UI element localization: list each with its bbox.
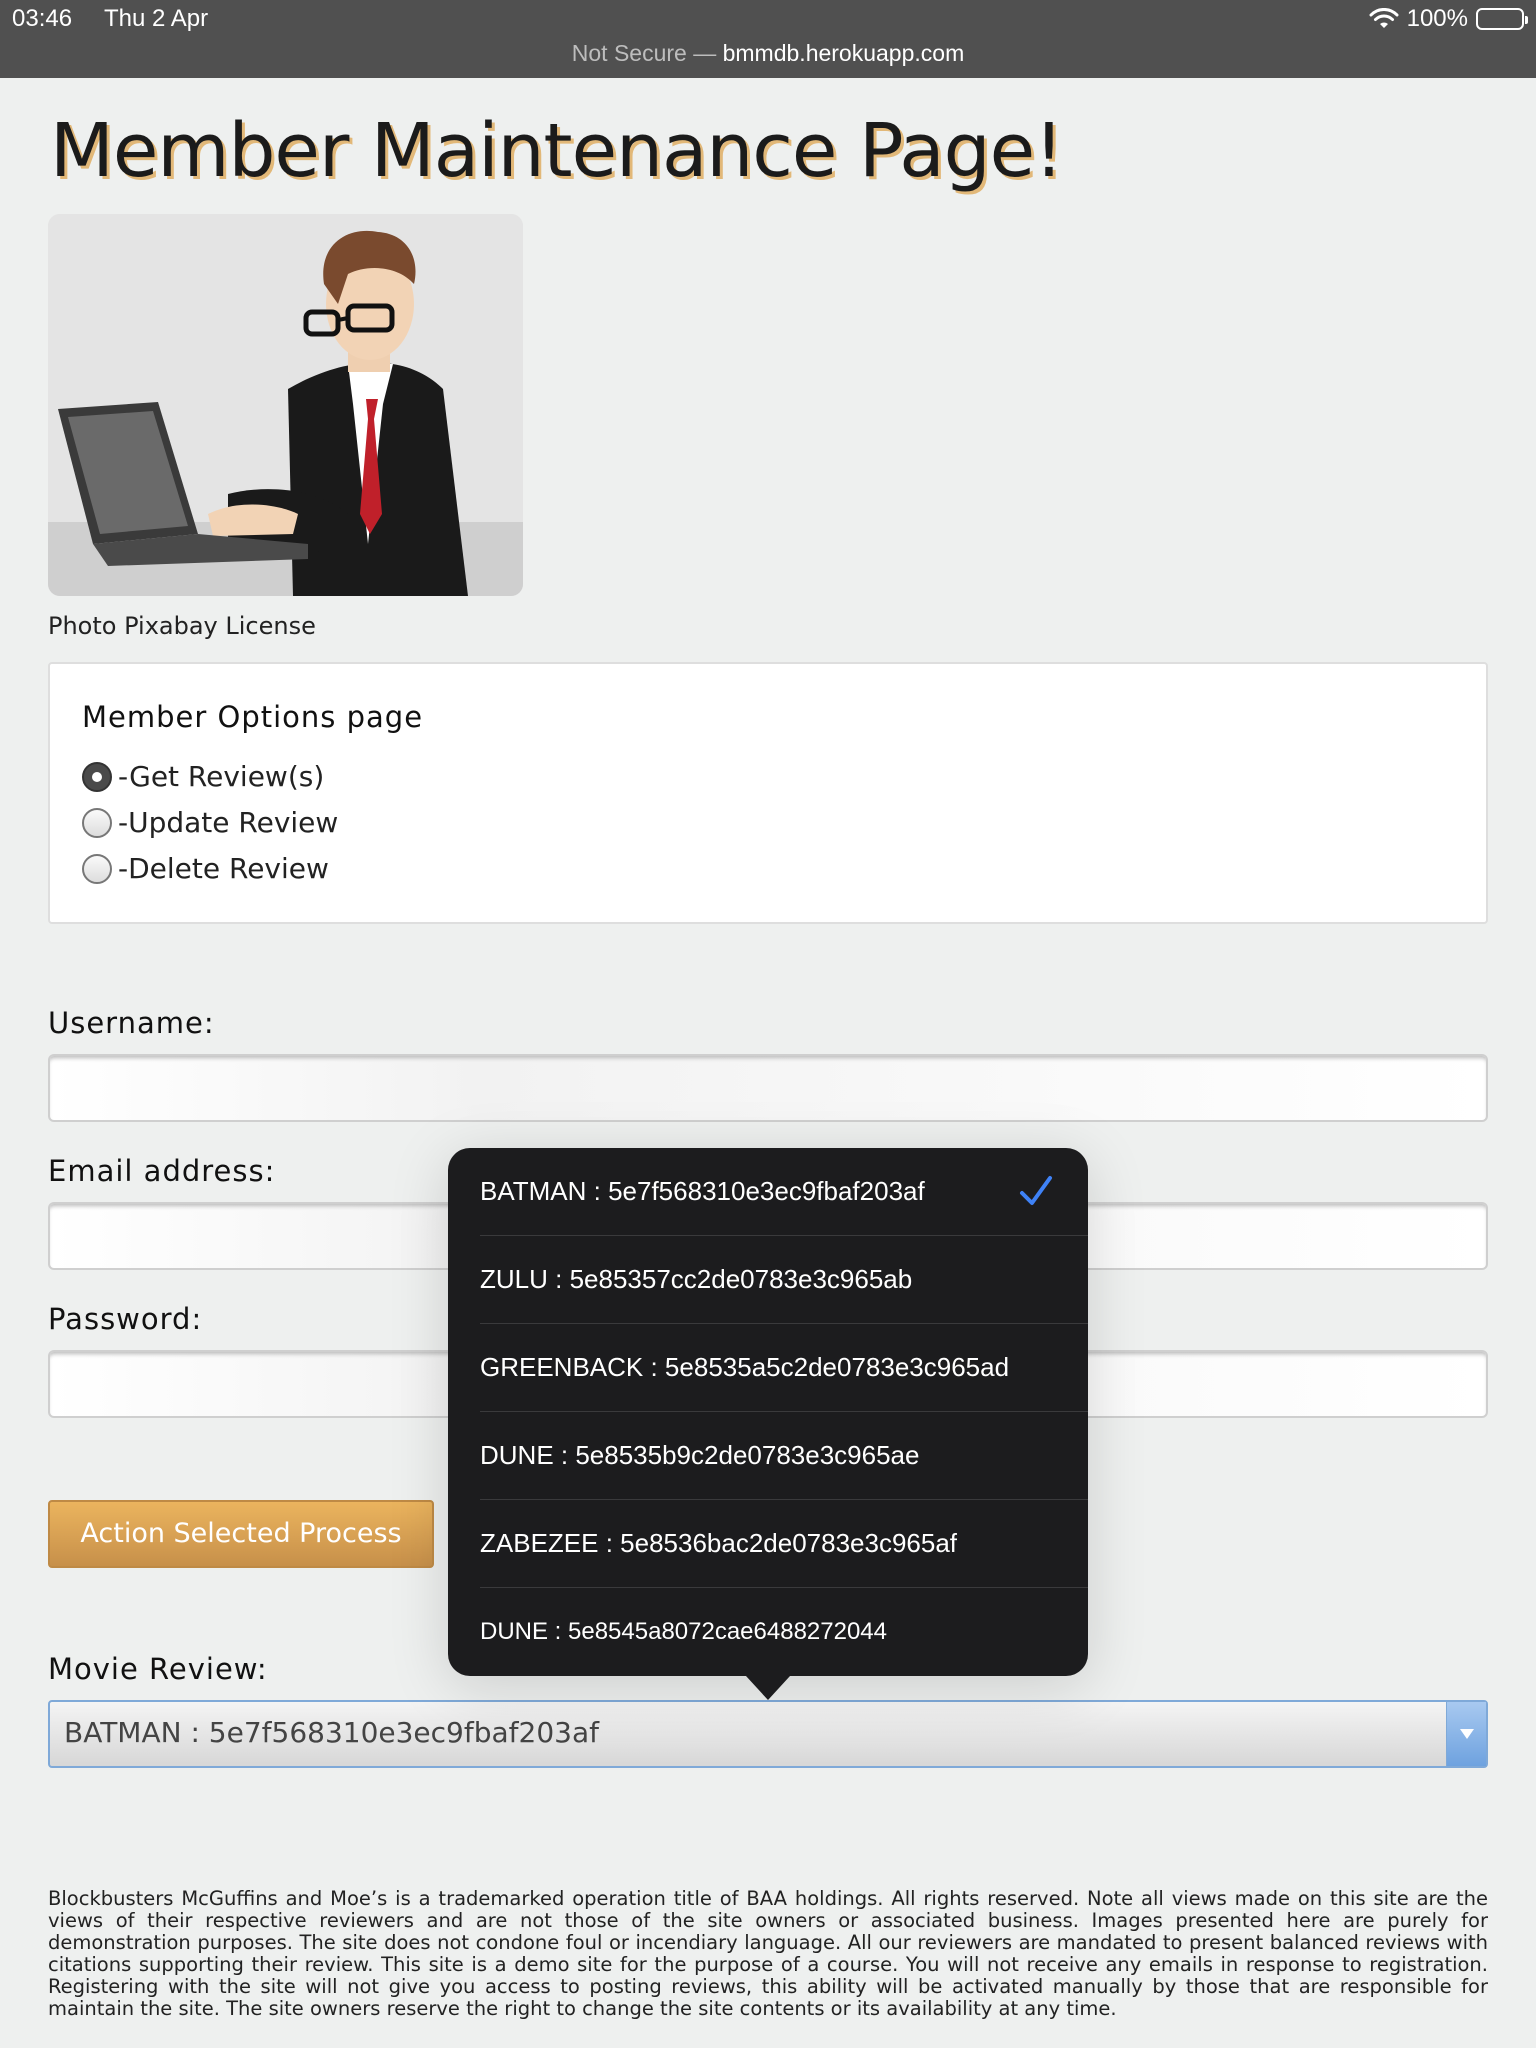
dropdown-option-label: ZULU : 5e85357cc2de0783e3c965ab [480,1264,913,1294]
radio-update-review[interactable] [82,807,112,838]
dropdown-option-label: ZABEZEE : 5e8536bac2de0783e3c965af [480,1528,958,1558]
browser-status-bar: 03:46 Thu 2 Apr 100% Not Secure — bmmdb.… [0,0,1536,78]
option-update-review[interactable]: -Update Review [82,806,338,839]
dropdown-option[interactable]: GREENBACK : 5e8535a5c2de0783e3c965ad [480,1324,1088,1412]
movie-review-label: Movie Review: [48,1652,268,1686]
security-indicator: Not Secure — [571,40,717,66]
radio-get-reviews[interactable] [82,761,112,792]
battery-icon [1476,8,1528,30]
option-get-reviews[interactable]: -Get Review(s) [82,760,324,793]
username-field[interactable] [48,1054,1488,1122]
member-options-card: Member Options page -Get Review(s) -Upda… [48,662,1488,924]
dropdown-option[interactable]: ZULU : 5e85357cc2de0783e3c965ab [480,1236,1088,1324]
dropdown-option[interactable]: DUNE : 5e8535b9c2de0783e3c965ae [480,1412,1088,1500]
popover-pointer [746,1676,790,1700]
status-time: 03:46 [12,5,73,32]
username-label: Username: [48,1006,215,1040]
page-title: Member Maintenance Page! [50,108,1064,194]
dropdown-option[interactable]: ZABEZEE : 5e8536bac2de0783e3c965af [480,1500,1088,1588]
option-label: -Get Review(s) [118,760,325,793]
movie-review-select[interactable]: BATMAN : 5e7f568310e3ec9fbaf203af [48,1700,1488,1768]
email-label: Email address: [48,1154,276,1188]
photo-caption: Photo Pixabay License [48,612,316,640]
status-right-group: 100% [1369,5,1528,33]
status-date: Thu 2 Apr [104,5,209,32]
wifi-icon [1369,8,1399,28]
battery-percent: 100% [1406,5,1468,32]
url-domain: bmmdb.herokuapp.com [722,40,965,66]
radio-delete-review[interactable] [82,853,112,884]
movie-review-selected-value: BATMAN : 5e7f568310e3ec9fbaf203af [64,1716,599,1749]
dropdown-option[interactable]: BATMAN : 5e7f568310e3ec9fbaf203af [480,1148,1088,1236]
option-label: -Delete Review [118,852,329,885]
dropdown-option-label: GREENBACK : 5e8535a5c2de0783e3c965ad [480,1352,1010,1382]
password-label: Password: [48,1302,203,1336]
address-bar[interactable]: Not Secure — bmmdb.herokuapp.com [0,40,1536,67]
footer-disclaimer: Blockbusters McGuffins and Moe’s is a tr… [48,1887,1488,2020]
option-label: -Update Review [118,806,339,839]
dropdown-option[interactable]: DUNE : 5e8545a8072cae6488272044 [480,1588,1088,1676]
action-selected-process-button[interactable]: Action Selected Process [48,1500,434,1568]
dropdown-option-label: DUNE : 5e8545a8072cae6488272044 [480,1618,888,1645]
option-delete-review[interactable]: -Delete Review [82,852,329,885]
dropdown-option-label: DUNE : 5e8535b9c2de0783e3c965ae [480,1440,920,1470]
options-heading: Member Options page [82,700,424,734]
chevron-down-icon[interactable] [1446,1702,1486,1766]
dropdown-option-label: BATMAN : 5e7f568310e3ec9fbaf203af [480,1176,925,1206]
businessman-laptop-image [48,214,523,596]
movie-review-dropdown: BATMAN : 5e7f568310e3ec9fbaf203af ZULU :… [448,1148,1088,1700]
checkmark-icon [1020,1176,1052,1205]
